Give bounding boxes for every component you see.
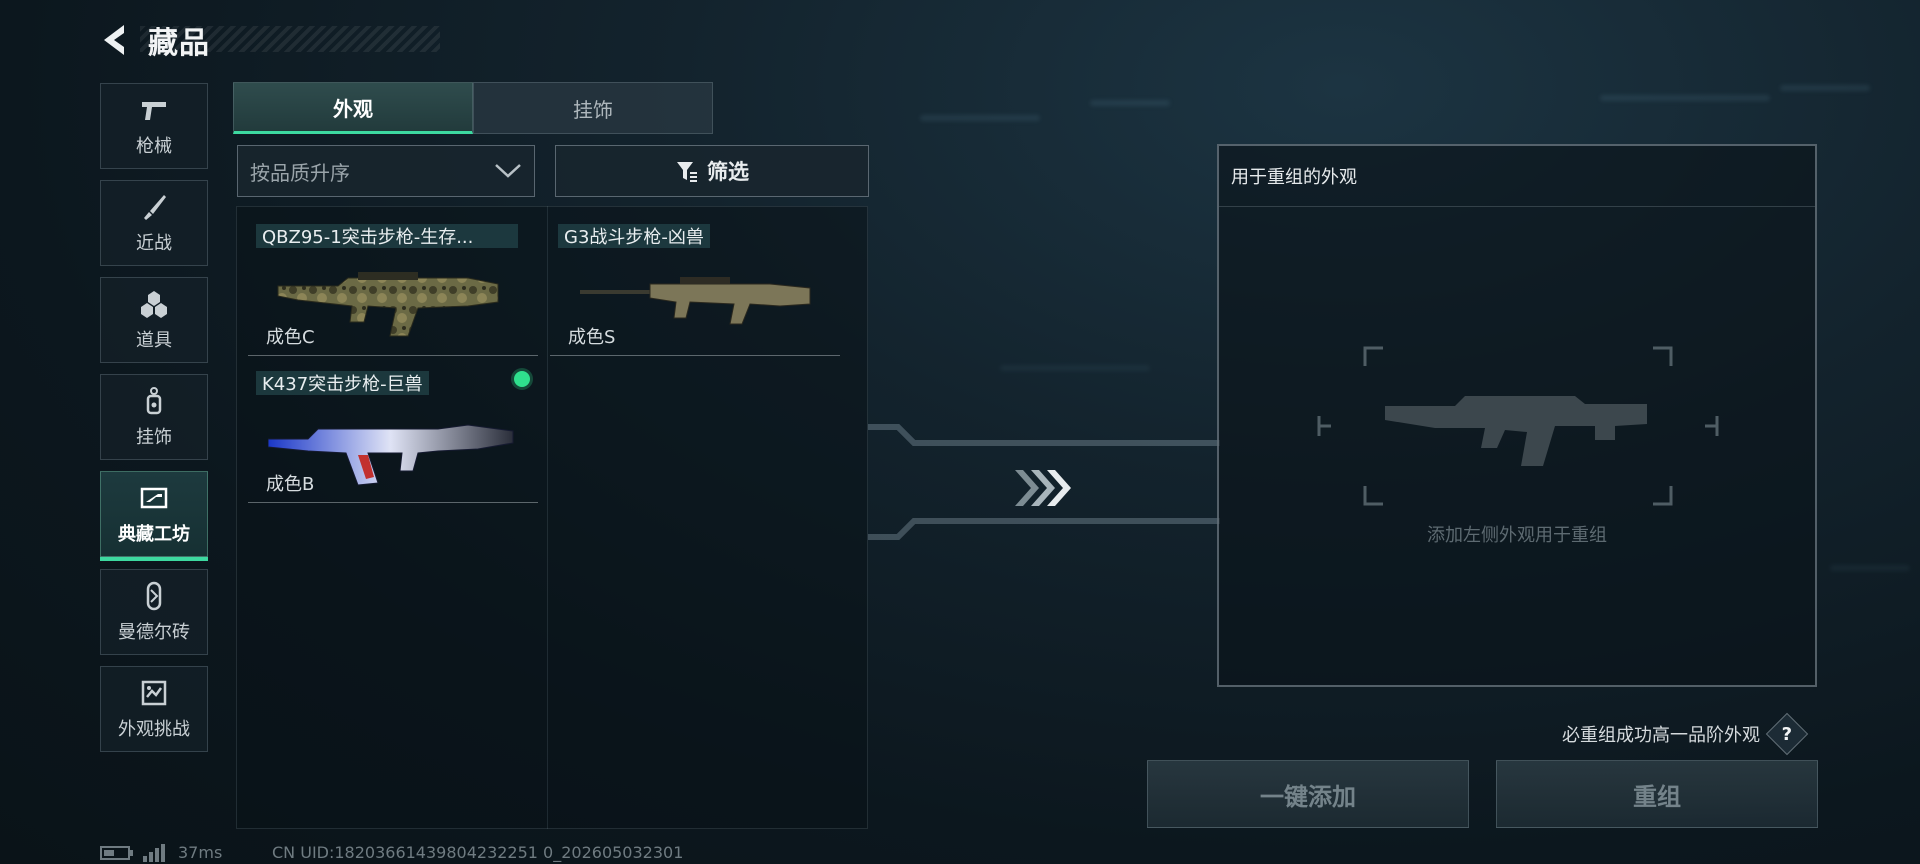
charm-tag-icon [146, 387, 162, 415]
knife-icon [144, 195, 166, 220]
filter-funnel-icon [677, 162, 697, 182]
skin-card-grade: 成色C [266, 327, 315, 348]
add-all-button[interactable]: 一键添加 [1147, 760, 1469, 828]
page-title: 藏品 [148, 26, 210, 61]
tab-appearance[interactable]: 外观 [233, 82, 473, 134]
sidebar-item-gadgets[interactable]: 道具 [100, 277, 208, 363]
help-question-icon[interactable]: ? [1765, 712, 1809, 756]
sidebar-item-label: 道具 [136, 330, 172, 351]
recompose-panel-title: 用于重组的外观 [1219, 146, 1815, 207]
status-bar: 37ms [100, 843, 222, 862]
recompose-panel: 用于重组的外观 添加左侧外观用于重组 [1217, 144, 1817, 687]
recompose-button[interactable]: 重组 [1496, 760, 1818, 828]
header: 藏品 [100, 18, 445, 62]
filter-button[interactable]: 筛选 [555, 145, 869, 197]
sidebar-item-skin-challenge[interactable]: 外观挑战 [100, 666, 208, 752]
brick-capsule-icon [146, 581, 162, 611]
forward-chevrons-icon [1015, 470, 1071, 506]
back-arrow-icon[interactable] [100, 23, 130, 57]
recompose-hint: 必重组成功高一品阶外观 ? [1562, 712, 1809, 756]
sidebar-item-label: 枪械 [136, 136, 172, 157]
signal-bars-icon [143, 843, 165, 862]
ping-value: 37ms [178, 843, 223, 862]
sidebar-item-label: 典藏工坊 [118, 524, 190, 545]
grenade-cluster-icon [141, 291, 167, 318]
sort-dropdown[interactable]: 按品质升序 [237, 145, 535, 197]
tab-bar: 外观 挂饰 [233, 82, 713, 134]
skin-card-g3[interactable]: G3战斗步枪-凶兽 成色S [550, 208, 840, 356]
sidebar-item-melee[interactable]: 近战 [100, 180, 208, 266]
battery-icon [100, 845, 133, 860]
skin-card-qbz95[interactable]: QBZ95-1突击步枪-生存... 成色C [248, 208, 538, 356]
sidebar-item-firearms[interactable]: 枪械 [100, 83, 208, 169]
sidebar-item-label: 外观挑战 [118, 719, 190, 740]
tab-charms[interactable]: 挂饰 [473, 82, 713, 134]
sidebar-item-label: 曼德尔砖 [118, 622, 190, 643]
rifle-silhouette-placeholder-icon [1385, 396, 1647, 466]
skin-card-grade: 成色B [266, 474, 315, 495]
workshop-icon [140, 487, 168, 509]
skin-card-grade: 成色S [568, 327, 616, 348]
sidebar-item-workshop[interactable]: 典藏工坊 [100, 471, 208, 561]
user-uid: CN UID:18203661439804232251 0_2026050323… [272, 843, 684, 862]
sidebar-item-mandel-brick[interactable]: 曼德尔砖 [100, 569, 208, 655]
pistol-icon [142, 102, 166, 120]
challenge-card-icon [141, 680, 167, 706]
sidebar-item-charms[interactable]: 挂饰 [100, 374, 208, 460]
filter-button-label: 筛选 [707, 160, 749, 184]
sort-dropdown-value: 按品质升序 [250, 160, 350, 185]
recompose-placeholder-text: 添加左侧外观用于重组 [1427, 525, 1607, 546]
selected-indicator [514, 371, 530, 387]
sidebar-item-label: 挂饰 [136, 427, 172, 448]
sidebar-item-label: 近战 [136, 233, 172, 254]
grid-divider [547, 206, 548, 829]
skin-card-k437[interactable]: K437突击步枪-巨兽 成色B [248, 355, 538, 503]
chevron-down-icon [495, 164, 521, 178]
recompose-hint-text: 必重组成功高一品阶外观 [1562, 725, 1760, 746]
